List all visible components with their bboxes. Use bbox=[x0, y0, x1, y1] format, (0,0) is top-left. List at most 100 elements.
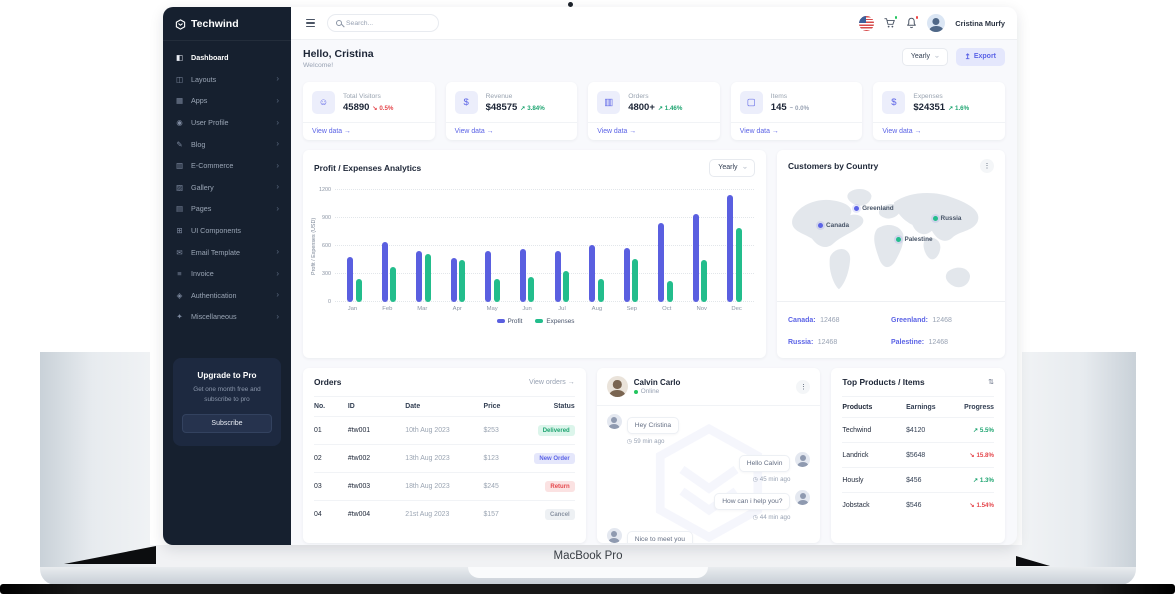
country-name: Russia: bbox=[788, 339, 813, 346]
product-progress: 1.54% bbox=[970, 502, 994, 509]
view-data-link[interactable]: View data bbox=[588, 122, 720, 140]
app-logo[interactable]: Techwind bbox=[163, 7, 291, 41]
language-flag-icon[interactable] bbox=[859, 16, 874, 31]
sidebar-item[interactable]: ⊞ UI Components bbox=[163, 220, 291, 242]
presence-dot bbox=[807, 490, 810, 493]
dashboard-app: Techwind ◧ Dashboard ◫ Layouts ▦ Apps bbox=[163, 7, 1017, 545]
message-bubble: Hey Cristina bbox=[627, 417, 679, 434]
map-marker-greenland: Greenland bbox=[854, 205, 894, 212]
table-row: 02 #tw002 13th Aug 2023 $123 New Order bbox=[314, 444, 575, 472]
sidebar-item[interactable]: ▤ Pages bbox=[163, 198, 291, 220]
chat-panel: Calvin Carlo Online bbox=[597, 368, 821, 543]
stat-card: $ Revenue $48575 3.84% V bbox=[446, 82, 578, 140]
customers-map-panel: Customers by Country bbox=[777, 150, 1005, 358]
user-avatar[interactable] bbox=[927, 14, 945, 32]
view-data-link[interactable]: View data bbox=[873, 122, 1005, 140]
user-name[interactable]: Cristina Murfy bbox=[955, 19, 1005, 28]
country-name: Canada: bbox=[788, 317, 816, 324]
search-input[interactable] bbox=[346, 20, 430, 27]
view-data-link[interactable]: View data bbox=[446, 122, 578, 140]
map-legend-item: Greenland: 12468 bbox=[891, 309, 994, 327]
stat-card: $ Expenses $24351 1.6% V bbox=[873, 82, 1005, 140]
sidebar-item-label: Apps bbox=[191, 96, 207, 105]
table-row: 03 #tw003 18th Aug 2023 $245 Return bbox=[314, 472, 575, 500]
sidebar-item-icon: ◈ bbox=[175, 291, 184, 300]
stat-label: Expenses bbox=[913, 93, 969, 100]
page-title: Hello, Cristina bbox=[303, 48, 374, 60]
more-options-icon[interactable] bbox=[980, 159, 994, 173]
hamburger-menu-icon[interactable] bbox=[303, 16, 318, 30]
sidebar-item[interactable]: ≡ Invoice bbox=[163, 263, 291, 285]
bar-expenses-apr bbox=[459, 260, 465, 301]
sidebar-nav: ◧ Dashboard ◫ Layouts ▦ Apps ◉ User Prof… bbox=[163, 47, 291, 328]
orders-panel: Orders View orders No. ID Date Price bbox=[303, 368, 586, 543]
view-orders-link[interactable]: View orders bbox=[529, 379, 575, 386]
stat-value: 4800+ bbox=[628, 102, 655, 113]
bar-expenses-jan bbox=[356, 279, 362, 301]
sidebar-item-icon: ▦ bbox=[175, 96, 184, 105]
product-name: Jobstack bbox=[842, 502, 906, 509]
sidebar-item[interactable]: ◈ Authentication bbox=[163, 285, 291, 307]
stat-label: Orders bbox=[628, 93, 682, 100]
stat-value: 45890 bbox=[343, 102, 369, 113]
order-price: $123 bbox=[483, 455, 527, 462]
products-table-header: Products Earnings Progress bbox=[842, 396, 994, 417]
sidebar-item[interactable]: ▦ Apps bbox=[163, 90, 291, 112]
avatar bbox=[795, 452, 810, 467]
chart-legend: ProfitExpenses bbox=[317, 318, 754, 325]
order-no: 04 bbox=[314, 511, 348, 518]
export-button[interactable]: Export bbox=[956, 48, 1005, 66]
sidebar-item[interactable]: ◫ Layouts bbox=[163, 69, 291, 91]
sidebar-item-label: Miscellaneous bbox=[191, 312, 237, 321]
sidebar-item[interactable]: ◧ Dashboard bbox=[163, 47, 291, 69]
order-price: $253 bbox=[483, 427, 527, 434]
bar-expenses-nov bbox=[701, 260, 707, 302]
country-name: Palestine: bbox=[891, 339, 924, 346]
arrow-right-icon bbox=[770, 128, 779, 135]
avatar bbox=[607, 414, 622, 429]
bell-notification-dot bbox=[915, 15, 920, 20]
sidebar-item[interactable]: ✎ Blog bbox=[163, 133, 291, 155]
laptop-base bbox=[40, 567, 1136, 585]
bar-expenses-dec bbox=[736, 228, 742, 302]
stat-trend: 1.46% bbox=[658, 105, 682, 112]
sidebar: Techwind ◧ Dashboard ◫ Layouts ▦ Apps bbox=[163, 7, 291, 545]
view-data-link[interactable]: View data bbox=[731, 122, 863, 140]
sidebar-item-label: Gallery bbox=[191, 183, 214, 192]
bar-expenses-feb bbox=[390, 267, 396, 302]
subscribe-button[interactable]: Subscribe bbox=[182, 414, 272, 433]
order-date: 21st Aug 2023 bbox=[405, 511, 483, 518]
product-progress: 1.3% bbox=[973, 477, 994, 484]
chevron-right-icon bbox=[276, 97, 279, 105]
bar-expenses-mar bbox=[425, 254, 431, 302]
chart-months: JanFebMarAprMayJunJulAugSepOctNovDec bbox=[335, 306, 754, 312]
sidebar-item[interactable]: ◉ User Profile bbox=[163, 112, 291, 134]
chat-message: Hey Cristina 59 min ago bbox=[607, 414, 811, 452]
chat-message: How can i help you? 44 min ago bbox=[607, 490, 811, 528]
stat-icon: ▢ bbox=[740, 91, 763, 114]
period-select[interactable]: Yearly bbox=[902, 48, 948, 66]
sidebar-item[interactable]: ▥ E-Commerce bbox=[163, 155, 291, 177]
notifications-button[interactable] bbox=[906, 17, 917, 29]
sort-icon[interactable] bbox=[988, 378, 994, 386]
message-bubble: Nice to meet you bbox=[627, 531, 693, 543]
more-options-icon[interactable] bbox=[796, 380, 810, 394]
sidebar-item[interactable]: ✦ Miscellaneous bbox=[163, 306, 291, 328]
chart-period-select[interactable]: Yearly bbox=[709, 159, 755, 177]
chevron-right-icon bbox=[276, 119, 279, 127]
sidebar-item[interactable]: ✉ Email Template bbox=[163, 241, 291, 263]
product-name: Hously bbox=[842, 477, 906, 484]
sidebar-item[interactable]: ▨ Gallery bbox=[163, 177, 291, 199]
bar-profit-may bbox=[485, 251, 491, 301]
order-id: #tw004 bbox=[348, 511, 405, 518]
status-badge: Return bbox=[545, 481, 574, 492]
chevron-down-icon bbox=[741, 167, 749, 170]
view-data-link[interactable]: View data bbox=[303, 122, 435, 140]
dashboard-content: Hello, Cristina Welcome! Yearly Export bbox=[291, 40, 1017, 545]
map-marker-russia: Russia bbox=[933, 215, 962, 222]
order-id: #tw001 bbox=[348, 427, 405, 434]
products-title: Top Products / Items bbox=[842, 377, 924, 387]
order-no: 03 bbox=[314, 483, 348, 490]
cart-button[interactable] bbox=[884, 17, 896, 29]
stat-card: ▥ Orders 4800+ 1.46% Vie bbox=[588, 82, 720, 140]
